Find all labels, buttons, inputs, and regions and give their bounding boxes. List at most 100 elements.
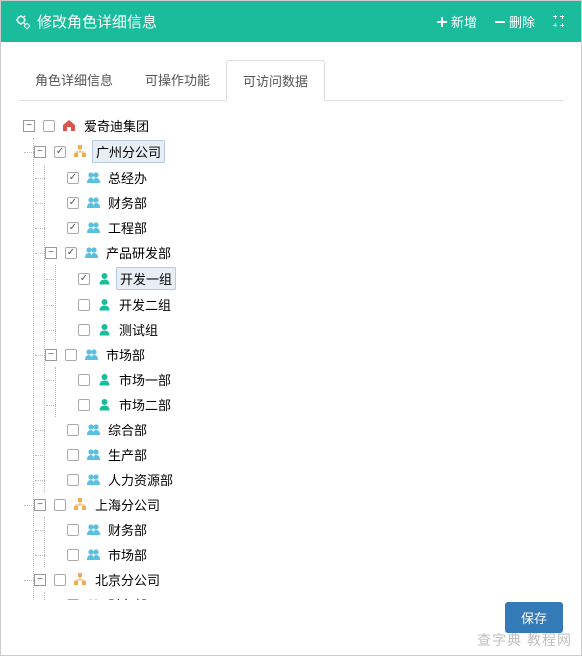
tree-row[interactable]: − 广州分公司 xyxy=(34,138,559,165)
group-icon xyxy=(85,221,101,235)
plus-icon xyxy=(437,17,447,27)
checkbox[interactable] xyxy=(65,247,77,259)
group-icon xyxy=(85,598,101,601)
tree-row[interactable]: − 上海分公司 xyxy=(34,492,559,517)
checkbox[interactable] xyxy=(67,424,79,436)
org-icon xyxy=(72,498,88,512)
tab-operations[interactable]: 可操作功能 xyxy=(129,60,226,100)
expand-toggle[interactable]: − xyxy=(34,574,46,586)
checkbox[interactable] xyxy=(67,449,79,461)
checkbox[interactable] xyxy=(43,120,55,132)
tree-row[interactable]: 市场部 xyxy=(45,542,559,567)
modal-header: 修改角色详细信息 新增 删除 xyxy=(1,1,581,42)
tree-node-label[interactable]: 产品研发部 xyxy=(103,242,174,263)
person-icon xyxy=(96,298,112,312)
tree-row[interactable]: 财务部 xyxy=(45,190,559,215)
group-icon xyxy=(83,348,99,362)
checkbox[interactable] xyxy=(67,222,79,234)
checkbox[interactable] xyxy=(78,324,90,336)
checkbox[interactable] xyxy=(67,524,79,536)
delete-button[interactable]: 删除 xyxy=(495,12,535,31)
org-icon xyxy=(72,573,88,587)
group-icon xyxy=(85,473,101,487)
checkbox[interactable] xyxy=(54,499,66,511)
tree-node-label[interactable]: 财务部 xyxy=(105,192,150,213)
expand-toggle[interactable]: − xyxy=(34,499,46,511)
checkbox[interactable] xyxy=(67,172,79,184)
group-icon xyxy=(85,548,101,562)
tree-row[interactable]: 开发一组 xyxy=(56,265,559,292)
expand-toggle[interactable]: − xyxy=(45,247,57,259)
person-icon xyxy=(96,373,112,387)
expand-toggle[interactable]: − xyxy=(23,120,35,132)
checkbox[interactable] xyxy=(78,273,90,285)
tree-row[interactable]: 财务部 xyxy=(45,592,559,600)
tree-node-label[interactable]: 广州分公司 xyxy=(92,140,165,163)
tree-node-label[interactable]: 市场二部 xyxy=(116,394,174,415)
tab-bar: 角色详细信息 可操作功能 可访问数据 xyxy=(19,60,563,101)
group-icon xyxy=(85,448,101,462)
tree-row[interactable]: − 产品研发部 xyxy=(45,240,559,265)
tree-node-label[interactable]: 生产部 xyxy=(105,444,150,465)
tree-node-label[interactable]: 市场部 xyxy=(105,544,150,565)
tree-node-label[interactable]: 市场一部 xyxy=(116,369,174,390)
add-button[interactable]: 新增 xyxy=(437,12,477,31)
save-button[interactable]: 保存 xyxy=(505,602,563,633)
group-icon xyxy=(85,423,101,437)
group-icon xyxy=(85,196,101,210)
tree-node-label[interactable]: 人力资源部 xyxy=(105,469,176,490)
checkbox[interactable] xyxy=(78,399,90,411)
modal-title: 修改角色详细信息 xyxy=(37,11,157,32)
tree-node-label[interactable]: 财务部 xyxy=(105,519,150,540)
org-icon xyxy=(72,145,88,159)
tree-row[interactable]: 测试组 xyxy=(56,317,559,342)
minus-icon xyxy=(495,17,505,27)
tree-row[interactable]: − 爱奇迪集团 xyxy=(23,113,559,138)
tree-node-label[interactable]: 综合部 xyxy=(105,419,150,440)
person-icon xyxy=(96,323,112,337)
tree-node-label[interactable]: 工程部 xyxy=(105,217,150,238)
tree-row[interactable]: 总经办 xyxy=(45,165,559,190)
home-icon xyxy=(61,119,77,133)
person-icon xyxy=(96,398,112,412)
tree-node-label[interactable]: 开发一组 xyxy=(116,267,176,290)
tree-node-label[interactable]: 测试组 xyxy=(116,319,161,340)
tree-node-label[interactable]: 市场部 xyxy=(103,344,148,365)
person-icon xyxy=(96,272,112,286)
checkbox[interactable] xyxy=(78,374,90,386)
gears-icon xyxy=(15,14,31,30)
tree-row[interactable]: 生产部 xyxy=(45,442,559,467)
tree-row[interactable]: 开发二组 xyxy=(56,292,559,317)
tree-row[interactable]: 财务部 xyxy=(45,517,559,542)
tree-node-label[interactable]: 财务部 xyxy=(105,594,150,600)
tree-row[interactable]: − 市场部 xyxy=(45,342,559,367)
expand-toggle[interactable]: − xyxy=(34,146,46,158)
tree-node-label[interactable]: 爱奇迪集团 xyxy=(81,115,152,136)
tree-node-label[interactable]: 总经办 xyxy=(105,167,150,188)
tree-row[interactable]: 人力资源部 xyxy=(45,467,559,492)
tree-row[interactable]: 工程部 xyxy=(45,215,559,240)
tree-node-label[interactable]: 北京分公司 xyxy=(92,569,163,590)
tree-node-label[interactable]: 开发二组 xyxy=(116,294,174,315)
checkbox[interactable] xyxy=(67,599,79,601)
checkbox[interactable] xyxy=(78,299,90,311)
checkbox[interactable] xyxy=(67,549,79,561)
tab-details[interactable]: 角色详细信息 xyxy=(19,60,129,100)
tree-row[interactable]: 综合部 xyxy=(45,417,559,442)
checkbox[interactable] xyxy=(65,349,77,361)
tree-container: −爱奇迪集团−广州分公司总经办财务部工程部−产品研发部开发一组开发二组测试组−市… xyxy=(19,101,563,600)
group-icon xyxy=(85,523,101,537)
checkbox[interactable] xyxy=(67,474,79,486)
tree-node-label[interactable]: 上海分公司 xyxy=(92,494,163,515)
tab-data-access[interactable]: 可访问数据 xyxy=(226,60,325,101)
fullscreen-button[interactable] xyxy=(553,15,567,29)
group-icon xyxy=(83,246,99,260)
tree-row[interactable]: − 北京分公司 xyxy=(34,567,559,592)
checkbox[interactable] xyxy=(54,146,66,158)
expand-toggle[interactable]: − xyxy=(45,349,57,361)
group-icon xyxy=(85,171,101,185)
tree-row[interactable]: 市场二部 xyxy=(56,392,559,417)
tree-row[interactable]: 市场一部 xyxy=(56,367,559,392)
checkbox[interactable] xyxy=(54,574,66,586)
checkbox[interactable] xyxy=(67,197,79,209)
